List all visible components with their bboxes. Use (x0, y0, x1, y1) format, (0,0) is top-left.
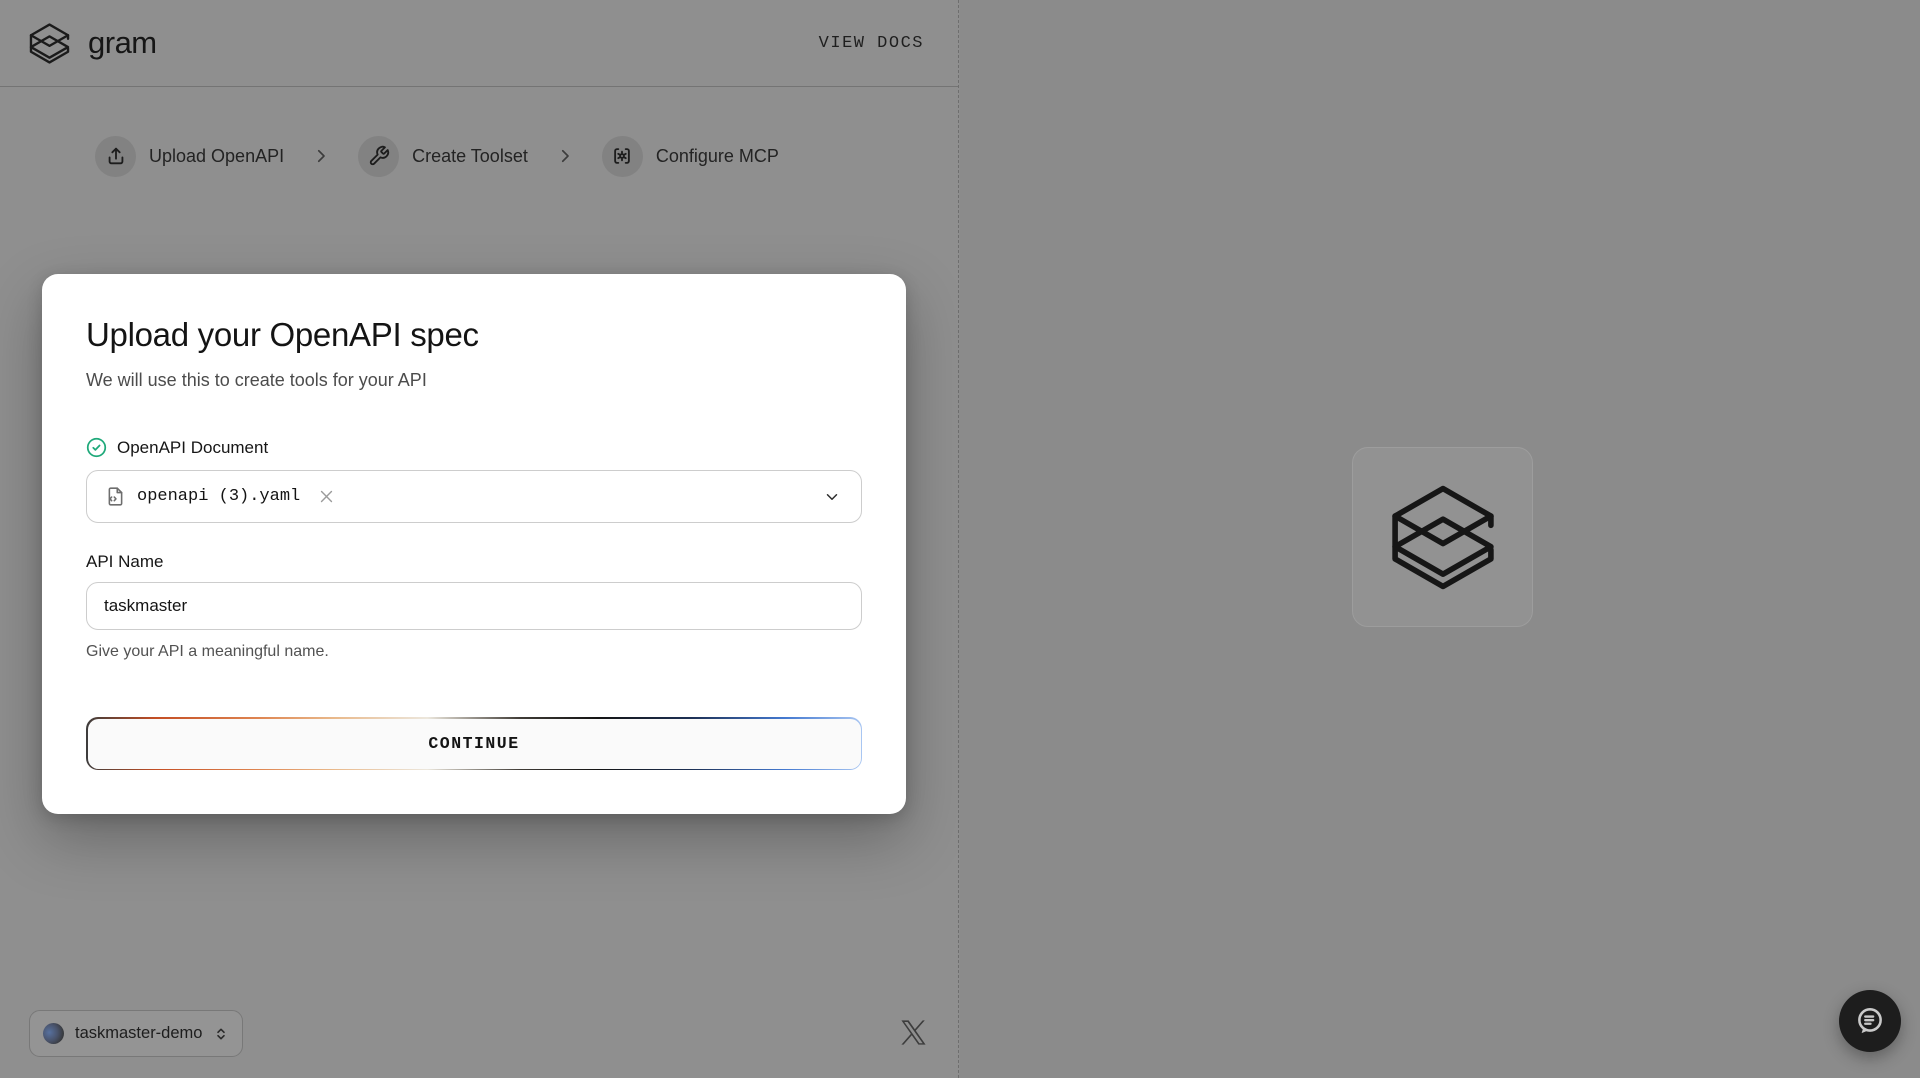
chevron-right-icon (312, 147, 330, 165)
step-upload-openapi[interactable]: Upload OpenAPI (95, 136, 284, 177)
api-name-helper: Give your API a meaningful name. (86, 643, 862, 661)
continue-button[interactable]: CONTINUE (88, 719, 861, 769)
brand[interactable]: gram (29, 23, 157, 64)
check-circle-icon (86, 437, 107, 458)
step-configure-mcp[interactable]: Configure MCP (602, 136, 779, 177)
api-name-label: API Name (86, 552, 862, 572)
main-panel: gram VIEW DOCS Upload OpenAPI (0, 0, 959, 1078)
file-code-icon (105, 486, 126, 507)
x-logo-icon[interactable] (899, 1018, 928, 1047)
upload-spec-dialog: Upload your OpenAPI spec We will use thi… (42, 274, 906, 814)
gram-logo-icon (29, 23, 70, 64)
chevron-down-icon (823, 488, 841, 506)
step-label: Configure MCP (656, 146, 779, 167)
stepper: Upload OpenAPI Create Toolset (95, 132, 779, 180)
app-root: gram VIEW DOCS Upload OpenAPI (0, 0, 1920, 1078)
openapi-document-label: OpenAPI Document (117, 438, 268, 458)
gram-logo-icon (1390, 483, 1496, 592)
dialog-title: Upload your OpenAPI spec (86, 316, 862, 354)
openapi-document-label-row: OpenAPI Document (86, 437, 862, 458)
remove-file-icon[interactable] (318, 488, 335, 505)
chevron-right-icon (556, 147, 574, 165)
preview-logo-tile (1352, 447, 1533, 627)
dialog-subtitle: We will use this to create tools for you… (86, 370, 862, 391)
mcp-settings-icon (602, 136, 643, 177)
openapi-file-select[interactable]: openapi (3).yaml (86, 470, 862, 523)
wrench-icon (358, 136, 399, 177)
chat-bubble-icon (1853, 1004, 1887, 1038)
chat-button[interactable] (1839, 990, 1901, 1052)
upload-icon (95, 136, 136, 177)
project-selector[interactable]: taskmaster-demo (29, 1010, 243, 1057)
view-docs-link[interactable]: VIEW DOCS (819, 34, 924, 53)
brand-name: gram (88, 25, 157, 61)
selected-file-name: openapi (3).yaml (137, 487, 300, 506)
continue-button-gradient-border: CONTINUE (86, 717, 862, 770)
preview-panel (960, 0, 1920, 1078)
project-avatar (43, 1023, 64, 1044)
chevrons-up-down-icon (213, 1026, 229, 1042)
step-create-toolset[interactable]: Create Toolset (358, 136, 528, 177)
header: gram VIEW DOCS (0, 0, 958, 87)
step-label: Upload OpenAPI (149, 146, 284, 167)
step-label: Create Toolset (412, 146, 528, 167)
api-name-input[interactable] (86, 582, 862, 630)
project-name: taskmaster-demo (75, 1024, 202, 1043)
